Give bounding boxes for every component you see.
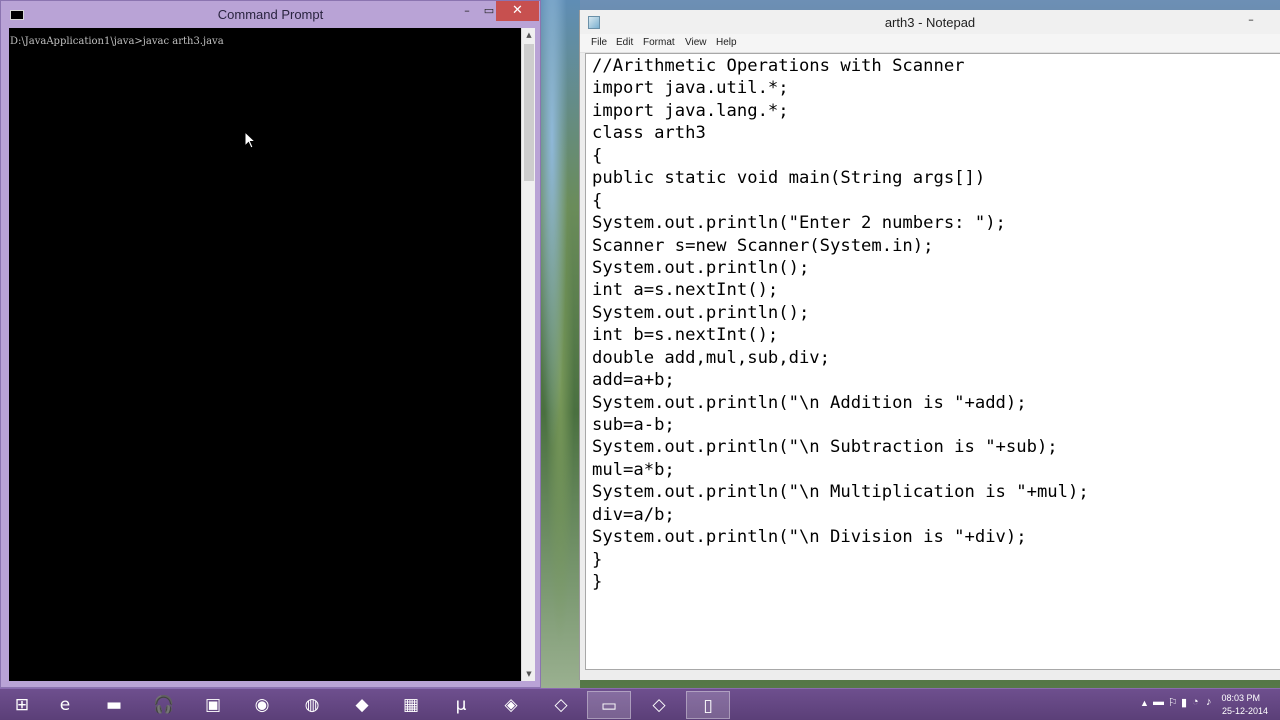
- notepad-text-area[interactable]: //Arithmetic Operations with Scanner impo…: [585, 53, 1280, 670]
- code-line: public static void main(String args[]): [592, 168, 986, 189]
- notepad-taskbar-icon[interactable]: ▯: [686, 691, 730, 719]
- tray-volume-icon[interactable]: ♪: [1206, 696, 1212, 708]
- utorrent-icon[interactable]: µ: [439, 691, 483, 719]
- notepad-minimize-button[interactable]: –: [1240, 10, 1262, 30]
- code-line: System.out.println("\n Multiplication is…: [592, 482, 1089, 503]
- taskbar: ⊞ e ▬ 🎧 ▣ ◉ ◍ ◆ ▦ µ ◈ ◇ ▭ ◇ ▯ ▲ ▬ ⚐ ▮ ◔ ♪ 08:03 PM 25-…: [0, 688, 1280, 720]
- cmd-title-bar[interactable]: Command Prompt – ▭ ✕: [1, 1, 540, 28]
- layers-app-icon[interactable]: ◈: [489, 691, 533, 719]
- code-line: System.out.println();: [592, 257, 810, 278]
- code-line: int b=s.nextInt();: [592, 325, 779, 346]
- code-line: System.out.println("\n Addition is "+add…: [592, 392, 1027, 413]
- code-line: System.out.println("\n Subtraction is "+…: [592, 437, 1058, 458]
- menu-file[interactable]: File: [591, 37, 607, 48]
- tray-battery-icon[interactable]: ▬: [1153, 696, 1164, 708]
- code-line: {: [592, 145, 603, 166]
- code-line: System.out.println();: [592, 302, 810, 323]
- mouse-pointer-icon: [244, 131, 256, 149]
- music-app-icon[interactable]: 🎧: [142, 691, 186, 719]
- code-line: div=a/b;: [592, 504, 675, 525]
- scroll-down-arrow-icon[interactable]: ▼: [522, 667, 536, 681]
- internet-explorer-icon[interactable]: e: [43, 691, 87, 719]
- firefox-icon[interactable]: ◍: [290, 691, 334, 719]
- chrome-icon[interactable]: ◉: [240, 691, 284, 719]
- source-code: //Arithmetic Operations with Scanner impo…: [592, 55, 1089, 594]
- menu-help[interactable]: Help: [716, 37, 737, 48]
- notepad-window[interactable]: arth3 - Notepad – File Edit Format View …: [579, 10, 1280, 680]
- code-line: mul=a*b;: [592, 459, 675, 480]
- cmd-command-line: D:\JavaApplication1\java>javac arth3.jav…: [10, 36, 224, 47]
- tray-flag-icon[interactable]: ⚐: [1168, 696, 1178, 709]
- code-line: //Arithmetic Operations with Scanner: [592, 56, 965, 76]
- netbeans-icon[interactable]: ◇: [539, 691, 583, 719]
- code-line: }: [592, 572, 603, 593]
- cmd-minimize-button[interactable]: –: [456, 1, 478, 21]
- code-line: double add,mul,sub,div;: [592, 347, 830, 368]
- start-button[interactable]: ⊞: [0, 691, 44, 719]
- system-tray: ▲ ▬ ⚐ ▮ ◔ ♪ 08:03 PM 25-12-2014: [1140, 689, 1280, 720]
- store-icon[interactable]: ▣: [191, 691, 235, 719]
- cmd-scrollbar[interactable]: ▲ ▼: [521, 28, 535, 681]
- notepad-menu-bar: File Edit Format View Help: [580, 34, 1280, 53]
- code-line: {: [592, 190, 603, 211]
- code-line: }: [592, 549, 603, 570]
- scroll-up-arrow-icon[interactable]: ▲: [522, 28, 536, 42]
- code-line: add=a+b;: [592, 370, 675, 391]
- code-line: import java.util.*;: [592, 78, 789, 99]
- java-app-icon[interactable]: ◇: [637, 691, 681, 719]
- tray-wifi-icon[interactable]: ◔: [1192, 696, 1199, 708]
- cmd-close-button[interactable]: ✕: [496, 1, 539, 21]
- tray-expand-icon[interactable]: ▲: [1140, 698, 1149, 708]
- code-line: sub=a-b;: [592, 415, 675, 435]
- desktop-wallpaper: [540, 0, 580, 688]
- notepad-window-title: arth3 - Notepad: [884, 15, 976, 30]
- cmd-console[interactable]: D:\JavaApplication1\java>javac arth3.jav…: [9, 28, 521, 681]
- tray-network-icon[interactable]: ▮: [1181, 696, 1187, 709]
- code-line: System.out.println("Enter 2 numbers: ");: [592, 213, 1006, 234]
- file-explorer-icon[interactable]: ▬: [92, 691, 136, 719]
- code-line: import java.lang.*;: [592, 100, 789, 121]
- menu-view[interactable]: View: [685, 37, 707, 48]
- code-line: int a=s.nextInt();: [592, 280, 779, 301]
- clock-date[interactable]: 25-12-2014: [1222, 706, 1268, 716]
- cmd-scroll-thumb[interactable]: [524, 44, 534, 181]
- notepad-title-bar[interactable]: arth3 - Notepad –: [580, 10, 1280, 34]
- code-line: Scanner s=new Scanner(System.in);: [592, 235, 934, 256]
- red-app-icon[interactable]: ◆: [340, 691, 384, 719]
- menu-format[interactable]: Format: [643, 37, 675, 48]
- command-prompt-taskbar-icon[interactable]: ▭: [587, 691, 631, 719]
- clock-time[interactable]: 08:03 PM: [1221, 693, 1260, 703]
- command-prompt-window[interactable]: Command Prompt – ▭ ✕ D:\JavaApplication1…: [0, 0, 541, 688]
- grid-app-icon[interactable]: ▦: [389, 691, 433, 719]
- code-line: class arth3: [592, 123, 706, 144]
- menu-edit[interactable]: Edit: [616, 37, 633, 48]
- code-line: System.out.println("\n Division is "+div…: [592, 527, 1027, 548]
